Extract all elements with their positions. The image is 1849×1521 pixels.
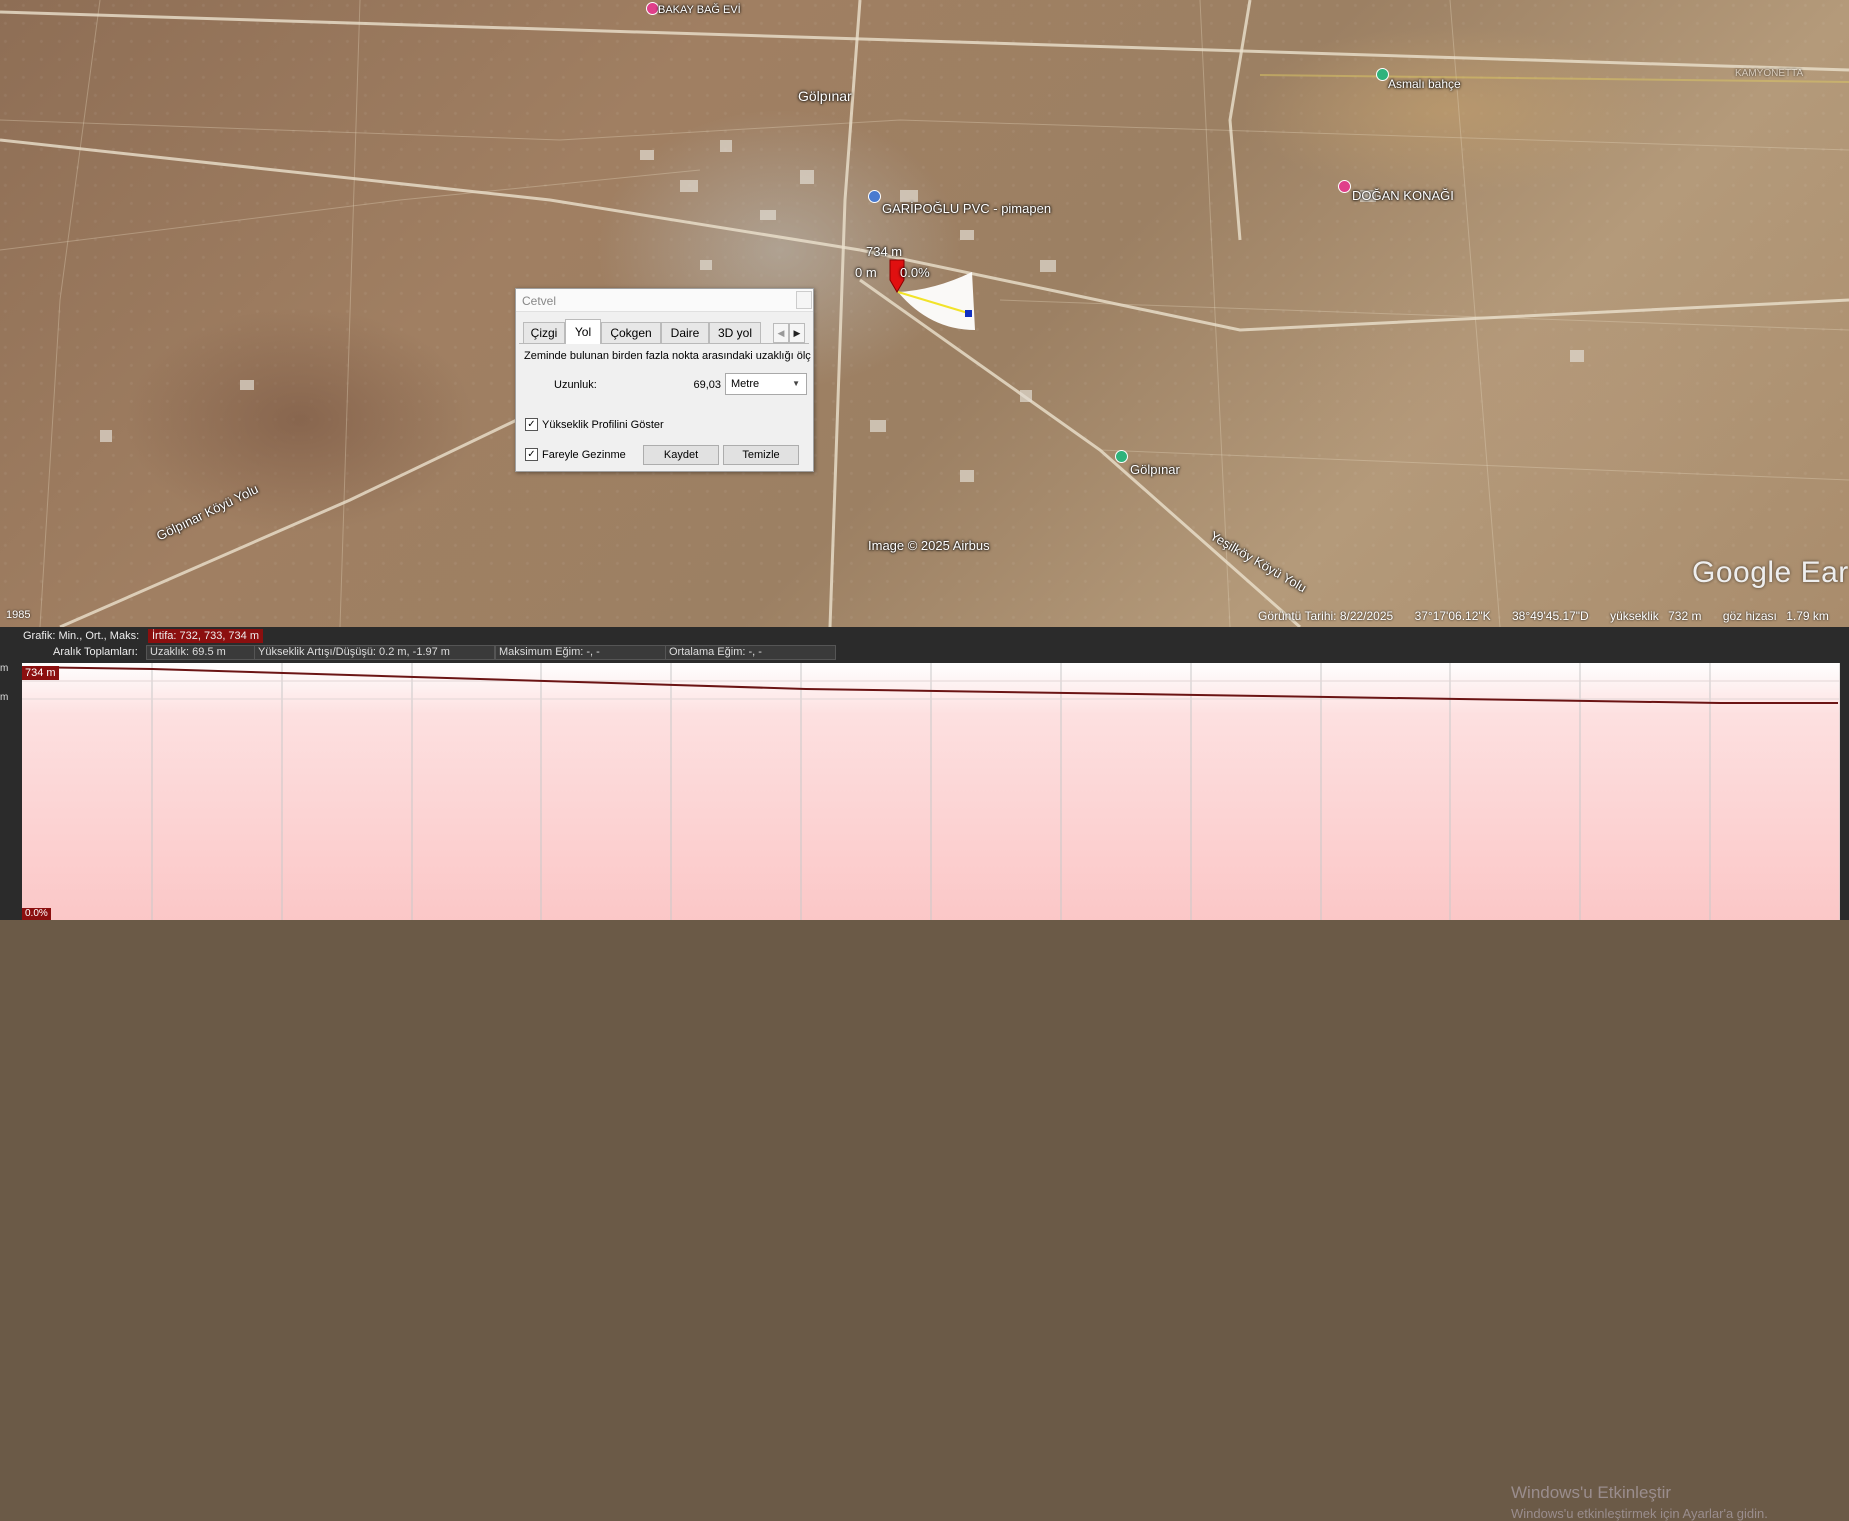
satellite-map-view[interactable]: BAKAY BAĞ EVİ Gölpınar GARİPOĞLU PVC - p… xyxy=(0,0,1849,627)
google-earth-logo: Google Ear xyxy=(1692,556,1849,589)
historical-year-label: 1985 xyxy=(6,609,31,621)
show-elevation-label: Yükseklik Profilini Göster xyxy=(542,419,664,431)
latitude: 37°17'06.12"K xyxy=(1414,609,1491,623)
start-distance-label: 0 m xyxy=(855,265,877,280)
eye-altitude-value: 1.79 km xyxy=(1786,609,1829,623)
ruler-titlebar[interactable]: Cetvel xyxy=(516,289,813,312)
map-overlay xyxy=(0,0,1849,627)
elevation-value: 732 m xyxy=(1668,609,1702,623)
elevation-chart-svg xyxy=(22,663,1840,920)
range-totals-label: Aralık Toplamları: xyxy=(53,646,138,658)
pink-pin-icon[interactable] xyxy=(1338,180,1351,193)
map-label-dogan-konagi[interactable]: DOĞAN KONAĞI xyxy=(1352,188,1454,203)
activation-title: Windows'u Etkinleştir xyxy=(1511,1483,1672,1502)
imagery-date: Görüntü Tarihi: 8/22/2025 xyxy=(1258,609,1394,623)
longitude: 38°49'45.17"D xyxy=(1511,609,1589,623)
show-elevation-checkbox[interactable]: ✓ xyxy=(525,418,538,431)
distance-box: Uzaklık: 69.5 m xyxy=(146,645,255,660)
eye-altitude-label: göz hizası xyxy=(1722,609,1777,623)
elevation-profile-panel[interactable]: Grafik: Min., Ort., Maks: İrtifa: 732, 7… xyxy=(0,627,1849,1521)
graph-label: Grafik: Min., Ort., Maks: xyxy=(23,630,140,642)
elevation-label: yükseklik xyxy=(1610,609,1659,623)
mouse-nav-label: Fareyle Gezinme xyxy=(542,449,626,461)
elevation-plot[interactable]: 734 m 0.0% xyxy=(22,663,1840,920)
mouse-nav-checkbox[interactable]: ✓ xyxy=(525,448,538,461)
max-slope-box: Maksimum Eğim: -, - xyxy=(495,645,666,660)
tab-circle[interactable]: Daire xyxy=(661,322,709,343)
length-label: Uzunluk: xyxy=(554,379,597,391)
tab-scroll-left-icon[interactable]: ◀ xyxy=(773,323,789,343)
avg-slope-box: Ortalama Eğim: -, - xyxy=(665,645,836,660)
map-label-golpinar-poi[interactable]: Gölpınar xyxy=(1130,462,1180,477)
top-elevation-tag: 734 m xyxy=(22,666,59,680)
tab-line[interactable]: Çizgi xyxy=(523,322,565,343)
save-button[interactable]: Kaydet xyxy=(643,445,719,465)
axis-tick-left-mid: m xyxy=(0,692,9,703)
tab-3d-path[interactable]: 3D yol xyxy=(709,322,761,343)
map-label-golpinar-village[interactable]: Gölpınar xyxy=(798,88,852,104)
bottom-grade-tag: 0.0% xyxy=(22,908,51,920)
ruler-dialog[interactable]: Cetvel Çizgi Yol Çokgen Daire 3D yol ◀ ▶… xyxy=(515,288,814,472)
map-label-garipoglu[interactable]: GARİPOĞLU PVC - pimapen xyxy=(882,201,1051,216)
axis-tick-left-top: m xyxy=(0,663,9,674)
tab-scroll-right-icon[interactable]: ▶ xyxy=(789,323,805,343)
map-label-asmali-bahce[interactable]: Asmalı bahçe xyxy=(1388,77,1461,91)
activation-subtitle: Windows'u etkinleştirmek için Ayarlar'a … xyxy=(1511,1506,1768,1521)
status-bar: Görüntü Tarihi: 8/22/2025 37°17'06.12"K … xyxy=(1258,609,1847,623)
elevation-gain-loss-box: Yükseklik Artışı/Düşüşü: 0.2 m, -1.97 m xyxy=(254,645,495,660)
close-button[interactable] xyxy=(796,291,812,309)
unit-select-value: Metre xyxy=(731,378,760,390)
green-pin-icon[interactable] xyxy=(1115,450,1128,463)
map-label-faded: KAMYONETTA xyxy=(1735,68,1804,79)
unit-select[interactable]: Metre ▼ xyxy=(725,373,807,395)
chevron-down-icon: ▼ xyxy=(792,379,800,388)
elevation-marker-label: 734 m xyxy=(866,244,903,259)
clear-button[interactable]: Temizle xyxy=(723,445,799,465)
windows-activation-watermark: Windows'u Etkinleştir Windows'u etkinleş… xyxy=(1511,1483,1768,1521)
blue-pin-icon[interactable] xyxy=(868,190,881,203)
ruler-description: Zeminde bulunan birden fazla nokta arası… xyxy=(524,350,811,362)
grade-label: 0.0% xyxy=(900,265,930,280)
tab-polygon[interactable]: Çokgen xyxy=(601,322,661,343)
length-value: 69,03 xyxy=(693,379,721,391)
tab-path[interactable]: Yol xyxy=(565,319,601,344)
elevation-stats: İrtifa: 732, 733, 734 m xyxy=(148,629,264,643)
ruler-title: Cetvel xyxy=(522,294,557,308)
ruler-tabs: Çizgi Yol Çokgen Daire 3D yol ◀ ▶ xyxy=(519,319,809,344)
map-label-bakay-bag-evi[interactable]: BAKAY BAĞ EVİ xyxy=(658,4,741,16)
image-credit: Image © 2025 Airbus xyxy=(868,538,990,553)
elevation-series-line[interactable] xyxy=(22,666,1838,704)
